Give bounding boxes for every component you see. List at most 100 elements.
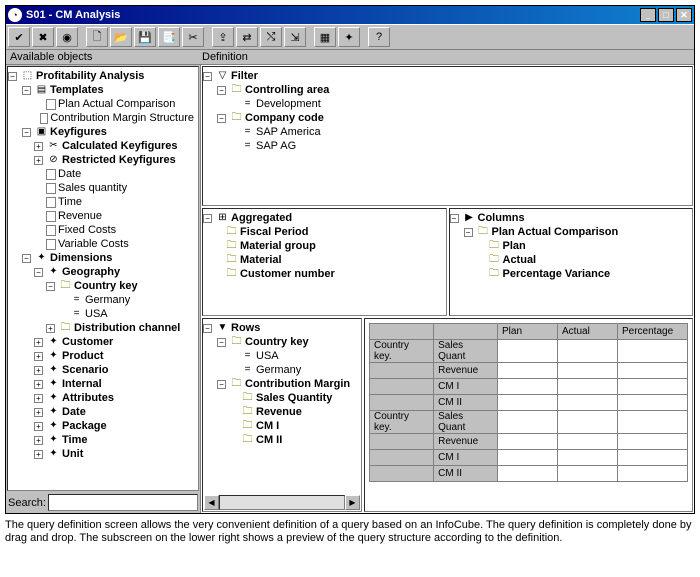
expand-icon[interactable]: − xyxy=(464,228,473,237)
filter-icon: ▽ xyxy=(216,70,229,82)
columns-panel[interactable]: −▶Columns −🗀Plan Actual Comparison 🗀Plan… xyxy=(449,208,694,316)
expand-icon[interactable]: + xyxy=(34,352,43,361)
expand-icon[interactable]: + xyxy=(34,436,43,445)
expand-icon[interactable]: − xyxy=(203,324,212,333)
maximize-button[interactable]: □ xyxy=(658,8,674,22)
restrict-icon: ⊘ xyxy=(47,154,60,166)
dimension-icon: ✦ xyxy=(47,406,60,418)
value-icon: = xyxy=(241,350,254,362)
expand-icon[interactable]: + xyxy=(34,394,43,403)
expand-icon[interactable]: + xyxy=(34,450,43,459)
help-button[interactable]: ? xyxy=(368,27,390,47)
available-tree[interactable]: −⬚Profitability Analysis −▤Templates Pla… xyxy=(7,66,199,491)
toolbar: ✔ ✖ ◉ 🗋 📂 💾 📑 ✂ ⇪ ⇄ ⤭ ⇲ ▦ ✦ ? xyxy=(6,24,694,50)
new-button[interactable]: 🗋 xyxy=(86,27,108,47)
search-label: Search: xyxy=(8,497,46,509)
value-icon: = xyxy=(241,98,254,110)
expand-icon[interactable]: − xyxy=(217,114,226,123)
caption-text: The query definition screen allows the v… xyxy=(5,519,695,545)
dimension-icon: ✦ xyxy=(47,266,60,278)
folder-icon: 🗀 xyxy=(225,268,238,280)
dimension-icon: ✦ xyxy=(47,392,60,404)
preview-panel: PlanActualPercentage Country key.Sales Q… xyxy=(364,318,693,512)
expand-icon[interactable]: − xyxy=(22,86,31,95)
expand-icon[interactable]: − xyxy=(8,72,17,81)
tool2-button[interactable]: ⇄ xyxy=(236,27,258,47)
cancel-button[interactable]: ✖ xyxy=(32,27,54,47)
cube-icon: ⬚ xyxy=(21,70,34,82)
keyfigure-icon: ▣ xyxy=(35,126,48,138)
scroll-left-icon[interactable]: ◀ xyxy=(204,495,219,510)
expand-icon[interactable]: − xyxy=(22,254,31,263)
search-row: Search: xyxy=(6,492,200,513)
expand-icon[interactable]: + xyxy=(34,422,43,431)
expand-icon[interactable]: − xyxy=(22,128,31,137)
tool4-button[interactable]: ⇲ xyxy=(284,27,306,47)
preview-table: PlanActualPercentage Country key.Sales Q… xyxy=(369,323,688,482)
folder-icon: 🗀 xyxy=(477,226,490,238)
saveas-button[interactable]: 📑 xyxy=(158,27,180,47)
expand-icon[interactable]: − xyxy=(450,214,459,223)
expand-icon[interactable]: − xyxy=(217,86,226,95)
expand-icon[interactable]: − xyxy=(217,338,226,347)
close-button[interactable]: ✕ xyxy=(676,8,692,22)
expand-icon[interactable]: − xyxy=(217,380,226,389)
folder-icon: 🗀 xyxy=(230,112,243,124)
folder-icon: 🗀 xyxy=(241,434,254,446)
folder-icon: 🗀 xyxy=(488,254,501,266)
definition-label: Definition xyxy=(202,51,248,63)
search-input[interactable] xyxy=(48,494,198,511)
save-button[interactable]: 💾 xyxy=(134,27,156,47)
expand-icon[interactable]: + xyxy=(34,142,43,151)
execute-button[interactable]: ◉ xyxy=(56,27,78,47)
check-button[interactable]: ✔ xyxy=(8,27,30,47)
templates-icon: ▤ xyxy=(35,84,48,96)
app-window: ◔ S01 - CM Analysis _ □ ✕ ✔ ✖ ◉ 🗋 📂 💾 📑 … xyxy=(5,5,695,514)
expand-icon[interactable]: + xyxy=(34,408,43,417)
delete-button[interactable]: ✂ xyxy=(182,27,204,47)
folder-icon: 🗀 xyxy=(225,240,238,252)
document-icon xyxy=(46,169,56,180)
expand-icon[interactable]: + xyxy=(34,366,43,375)
window-title: S01 - CM Analysis xyxy=(26,9,640,21)
filter-panel[interactable]: −▽Filter −🗀Controlling area =Development… xyxy=(202,66,693,206)
expand-icon[interactable]: − xyxy=(203,214,212,223)
open-button[interactable]: 📂 xyxy=(110,27,132,47)
available-objects-panel: −⬚Profitability Analysis −▤Templates Pla… xyxy=(6,65,201,513)
dimension-icon: ✦ xyxy=(47,350,60,362)
folder-icon: 🗀 xyxy=(241,406,254,418)
document-icon xyxy=(40,113,49,124)
folder-icon: 🗀 xyxy=(241,392,254,404)
props2-button[interactable]: ✦ xyxy=(338,27,360,47)
dimension-icon: ✦ xyxy=(47,378,60,390)
folder-icon: 🗀 xyxy=(241,420,254,432)
expand-icon[interactable]: + xyxy=(34,338,43,347)
value-icon: = xyxy=(70,308,83,320)
value-icon: = xyxy=(241,364,254,376)
props1-button[interactable]: ▦ xyxy=(314,27,336,47)
expand-icon[interactable]: − xyxy=(46,282,55,291)
document-icon xyxy=(46,211,56,222)
dimension-icon: ✦ xyxy=(47,336,60,348)
scroll-right-icon[interactable]: ▶ xyxy=(345,495,360,510)
expand-icon[interactable]: − xyxy=(203,72,212,81)
folder-icon: 🗀 xyxy=(225,254,238,266)
document-icon xyxy=(46,183,56,194)
expand-icon[interactable]: + xyxy=(34,156,43,165)
tool1-button[interactable]: ⇪ xyxy=(212,27,234,47)
tool3-button[interactable]: ⤭ xyxy=(260,27,282,47)
folder-icon: 🗀 xyxy=(59,280,72,292)
calc-icon: ✂ xyxy=(47,140,60,152)
dimension-icon: ✦ xyxy=(47,448,60,460)
aggregated-panel[interactable]: −⊞Aggregated 🗀Fiscal Period 🗀Material gr… xyxy=(202,208,447,316)
minimize-button[interactable]: _ xyxy=(640,8,656,22)
folder-icon: 🗀 xyxy=(488,240,501,252)
rows-panel[interactable]: −▼Rows −🗀Country key =USA =Germany −🗀Con… xyxy=(202,318,362,512)
expand-icon[interactable]: + xyxy=(34,380,43,389)
scrollbar[interactable]: ◀ ▶ xyxy=(204,495,360,510)
expand-icon[interactable]: + xyxy=(46,324,55,333)
title-bar[interactable]: ◔ S01 - CM Analysis _ □ ✕ xyxy=(6,6,694,24)
expand-icon[interactable]: − xyxy=(34,268,43,277)
value-icon: = xyxy=(241,126,254,138)
columns-icon: ▶ xyxy=(463,212,476,224)
